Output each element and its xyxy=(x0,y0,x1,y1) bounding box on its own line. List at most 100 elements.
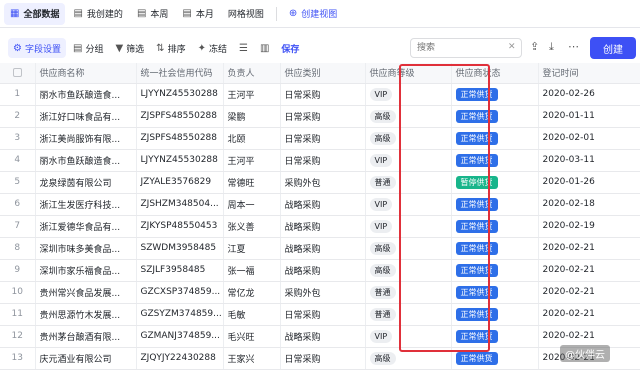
credit-code-cell[interactable]: SZWDM3958485 xyxy=(136,237,224,260)
owner-cell[interactable]: 常德旺 xyxy=(223,171,281,194)
supplier-name-cell[interactable]: 贵州茅台酿酒有限... xyxy=(35,325,137,348)
table-row[interactable]: 12 贵州茅台酿酒有限... GZMANJ374859... 毛兴旺 战略采购 VIP 正常… xyxy=(0,325,640,348)
column-header[interactable]: 统一社会信用代码 xyxy=(136,63,224,84)
category-cell[interactable]: 日常采购 xyxy=(280,105,366,128)
category-cell[interactable]: 日常采购 xyxy=(280,347,366,370)
status-cell[interactable]: 正常供货 xyxy=(451,237,539,260)
date-cell[interactable]: 2020-02-21 xyxy=(538,259,640,282)
date-cell[interactable]: 2020-02-26 xyxy=(538,83,640,106)
search-input[interactable] xyxy=(410,38,522,58)
create-button[interactable]: 创建 xyxy=(590,37,636,59)
date-cell[interactable]: 2020-02-21 xyxy=(538,325,640,348)
view-tab-mine[interactable]: ▤ 我创建的 xyxy=(67,3,128,25)
supplier-name-cell[interactable]: 浙江好口味食品有... xyxy=(35,105,137,128)
level-cell[interactable]: VIP xyxy=(365,215,452,238)
row-height-button[interactable]: ☰ xyxy=(234,38,253,58)
table-row[interactable]: 7 浙江爱德华食品有... ZJKYSP48550453 张义善 战略采购 VIP 正常供货… xyxy=(0,215,640,238)
credit-code-cell[interactable]: ZJQYJY22430288 xyxy=(136,347,224,370)
credit-code-cell[interactable]: ZJKYSP48550453 xyxy=(136,215,224,238)
date-cell[interactable]: 2020-02-01 xyxy=(538,127,640,150)
category-cell[interactable]: 战略采购 xyxy=(280,193,366,216)
table-row[interactable]: 13 庆元酒业有限公司 ZJQYJY22430288 王家兴 日常采购 高级 正常供货 202… xyxy=(0,347,640,370)
clear-icon[interactable]: ✕ xyxy=(508,42,516,52)
level-cell[interactable]: VIP xyxy=(365,149,452,172)
level-cell[interactable]: VIP xyxy=(365,193,452,216)
table-row[interactable]: 2 浙江好口味食品有... ZJSPFS48550288 梁鹏 日常采购 高级 正常供货 20… xyxy=(0,105,640,128)
owner-cell[interactable]: 王河平 xyxy=(223,149,281,172)
credit-code-cell[interactable]: ZJSHZM348504... xyxy=(136,193,224,216)
status-cell[interactable]: 暂停供货 xyxy=(451,171,539,194)
create-view-button[interactable]: ⊕ 创建视图 xyxy=(283,3,343,25)
category-cell[interactable]: 日常采购 xyxy=(280,303,366,326)
supplier-name-cell[interactable]: 丽水市鱼跃酿造食... xyxy=(35,149,137,172)
freeze-button[interactable]: ✦ 冻结 xyxy=(193,38,232,58)
credit-code-cell[interactable]: GZSYZM374859... xyxy=(136,303,224,326)
owner-cell[interactable]: 张一福 xyxy=(223,259,281,282)
owner-cell[interactable]: 王家兴 xyxy=(223,347,281,370)
supplier-name-cell[interactable]: 丽水市鱼跃酿造食... xyxy=(35,83,137,106)
status-cell[interactable]: 正常供货 xyxy=(451,127,539,150)
owner-cell[interactable]: 常亿龙 xyxy=(223,281,281,304)
status-cell[interactable]: 正常供货 xyxy=(451,149,539,172)
owner-cell[interactable]: 王河平 xyxy=(223,83,281,106)
column-header[interactable]: 负责人 xyxy=(223,63,281,84)
table-row[interactable]: 11 贵州思源竹木发展... GZSYZM374859... 毛敏 日常采购 普通 正常供货… xyxy=(0,303,640,326)
view-tab-month[interactable]: ▤ 本月 xyxy=(176,3,219,25)
category-cell[interactable]: 战略采购 xyxy=(280,325,366,348)
category-cell[interactable]: 采购外包 xyxy=(280,171,366,194)
save-button[interactable]: 保存 xyxy=(276,38,304,58)
date-cell[interactable]: 2020-02-21 xyxy=(538,281,640,304)
category-cell[interactable]: 日常采购 xyxy=(280,149,366,172)
credit-code-cell[interactable]: LJYYNZ45530288 xyxy=(136,149,224,172)
category-cell[interactable]: 战略采购 xyxy=(280,259,366,282)
category-cell[interactable]: 采购外包 xyxy=(280,281,366,304)
select-all-checkbox[interactable] xyxy=(0,63,36,84)
date-cell[interactable]: 2020-03-11 xyxy=(538,149,640,172)
supplier-name-cell[interactable]: 贵州常兴食品发展... xyxy=(35,281,137,304)
table-row[interactable]: 3 浙江美尚服饰有限... ZJSPFS48550288 北颐 日常采购 高级 正常供货 20… xyxy=(0,127,640,150)
view-tab-grid[interactable]: 网格视图 xyxy=(222,3,270,25)
sort-button[interactable]: ⇅ 排序 xyxy=(151,38,190,58)
category-cell[interactable]: 战略采购 xyxy=(280,215,366,238)
level-cell[interactable]: 高级 xyxy=(365,347,452,370)
status-cell[interactable]: 正常供货 xyxy=(451,215,539,238)
credit-code-cell[interactable]: GZCXSP374859... xyxy=(136,281,224,304)
supplier-name-cell[interactable]: 庆元酒业有限公司 xyxy=(35,347,137,370)
status-cell[interactable]: 正常供货 xyxy=(451,281,539,304)
level-cell[interactable]: 高级 xyxy=(365,127,452,150)
view-tab-all[interactable]: ▦ 全部数据 xyxy=(4,2,66,25)
table-row[interactable]: 4 丽水市鱼跃酿造食... LJYYNZ45530288 王河平 日常采购 VIP 正常供货… xyxy=(0,149,640,172)
level-cell[interactable]: 普通 xyxy=(365,303,452,326)
table-row[interactable]: 6 浙江生发医疗科技... ZJSHZM348504... 周本一 战略采购 VIP 正常供… xyxy=(0,193,640,216)
supplier-name-cell[interactable]: 深圳市味多美食品... xyxy=(35,237,137,260)
date-cell[interactable]: 2020-02-21 xyxy=(538,303,640,326)
category-cell[interactable]: 日常采购 xyxy=(280,83,366,106)
supplier-name-cell[interactable]: 龙泉绿茵有限公司 xyxy=(35,171,137,194)
owner-cell[interactable]: 张义善 xyxy=(223,215,281,238)
credit-code-cell[interactable]: GZMANJ374859... xyxy=(136,325,224,348)
status-cell[interactable]: 正常供货 xyxy=(451,193,539,216)
group-button[interactable]: ▤ 分组 xyxy=(68,38,108,58)
more-icon[interactable]: ⋯ xyxy=(568,40,579,53)
column-header[interactable]: 登记时间 xyxy=(538,63,640,84)
table-row[interactable]: 1 丽水市鱼跃酿造食... LJYYNZ45530288 王河平 日常采购 VIP 正常供货… xyxy=(0,83,640,106)
date-cell[interactable]: 2020-01-26 xyxy=(538,171,640,194)
owner-cell[interactable]: 毛敏 xyxy=(223,303,281,326)
category-cell[interactable]: 日常采购 xyxy=(280,127,366,150)
credit-code-cell[interactable]: JZYALE3576829 xyxy=(136,171,224,194)
chart-button[interactable]: ▥ xyxy=(255,38,274,58)
date-cell[interactable]: 2020-02-19 xyxy=(538,215,640,238)
level-cell[interactable]: 普通 xyxy=(365,171,452,194)
credit-code-cell[interactable]: LJYYNZ45530288 xyxy=(136,83,224,106)
column-header[interactable]: 供应商名称 xyxy=(35,63,137,84)
column-header[interactable]: 供应商等级 xyxy=(365,63,452,84)
level-cell[interactable]: 高级 xyxy=(365,105,452,128)
status-cell[interactable]: 正常供货 xyxy=(451,83,539,106)
date-cell[interactable]: 2020-01-11 xyxy=(538,105,640,128)
category-cell[interactable]: 战略采购 xyxy=(280,237,366,260)
table-row[interactable]: 8 深圳市味多美食品... SZWDM3958485 江夏 战略采购 高级 正常供货 2020… xyxy=(0,237,640,260)
level-cell[interactable]: VIP xyxy=(365,325,452,348)
level-cell[interactable]: VIP xyxy=(365,83,452,106)
status-cell[interactable]: 正常供货 xyxy=(451,303,539,326)
status-cell[interactable]: 正常供货 xyxy=(451,325,539,348)
